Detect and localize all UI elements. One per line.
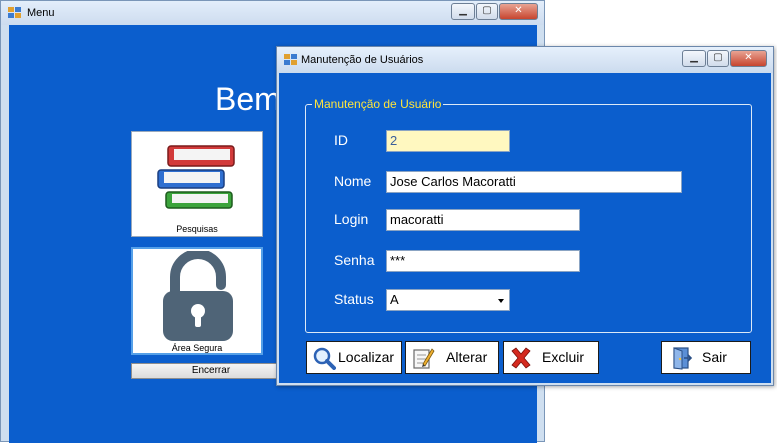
menu-title-bar: Menu ▁ ▢ ✕ — [1, 1, 544, 25]
status-value: A — [390, 292, 399, 307]
senha-field[interactable]: *** — [386, 250, 580, 272]
alterar-button[interactable]: Alterar — [405, 341, 499, 374]
encerrar-button[interactable]: Encerrar — [131, 363, 291, 379]
senha-label: Senha — [334, 252, 375, 268]
nome-field[interactable]: Jose Carlos Macoratti — [386, 171, 682, 193]
close-button[interactable]: ✕ — [499, 3, 538, 20]
sair-button[interactable]: Sair — [661, 341, 751, 374]
dialog-client-area: Manutenção de Usuário ID 2 Nome Jose Car… — [279, 73, 771, 383]
maximize-button[interactable]: ▢ — [476, 3, 498, 20]
sair-label: Sair — [702, 349, 727, 365]
status-label: Status — [334, 291, 374, 307]
delete-x-icon — [511, 347, 531, 369]
welcome-heading: Bem — [215, 81, 281, 117]
dialog-close-button[interactable]: ✕ — [730, 50, 767, 67]
edit-document-icon — [413, 348, 435, 369]
tile-area-segura[interactable]: Área Segura — [131, 247, 263, 355]
tile-label-area-segura: Área Segura — [171, 343, 223, 353]
minimize-button[interactable]: ▁ — [451, 3, 475, 20]
dialog-title: Manutenção de Usuários — [301, 54, 424, 66]
status-select[interactable]: A — [386, 289, 510, 311]
user-groupbox: Manutenção de Usuário ID 2 Nome Jose Car… — [305, 97, 752, 333]
padlock-icon — [163, 251, 233, 341]
dialog-minimize-button[interactable]: ▁ — [682, 50, 706, 67]
localizar-button[interactable]: Localizar — [306, 341, 402, 374]
groupbox-title: Manutenção de Usuário — [312, 97, 444, 111]
tile-label-pesquisas: Pesquisas — [176, 224, 218, 234]
login-field[interactable]: macoratti — [386, 209, 580, 231]
excluir-button[interactable]: Excluir — [503, 341, 599, 374]
id-field[interactable]: 2 — [386, 130, 510, 152]
books-icon — [157, 145, 235, 209]
nome-label: Nome — [334, 173, 372, 189]
app-icon — [8, 7, 22, 19]
login-label: Login — [334, 211, 369, 227]
dialog-app-icon — [284, 54, 298, 66]
excluir-label: Excluir — [542, 349, 585, 365]
alterar-label: Alterar — [446, 349, 488, 365]
tile-pesquisas[interactable]: Pesquisas — [131, 131, 263, 237]
dialog-title-bar: Manutenção de Usuários ▁ ▢ ✕ — [277, 47, 773, 73]
id-label: ID — [334, 132, 348, 148]
exit-door-icon — [673, 347, 693, 370]
chevron-down-icon — [498, 299, 504, 303]
localizar-label: Localizar — [338, 349, 395, 365]
user-maintenance-dialog: Manutenção de Usuários ▁ ▢ ✕ Manutenção … — [276, 46, 774, 386]
menu-window-title: Menu — [27, 7, 55, 19]
magnifier-icon — [313, 347, 336, 370]
dialog-maximize-button[interactable]: ▢ — [707, 50, 729, 67]
